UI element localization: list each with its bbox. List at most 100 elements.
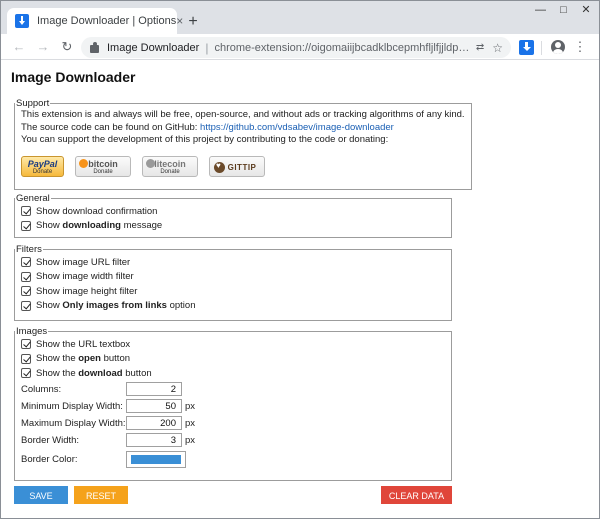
support-legend: Support (16, 98, 50, 109)
max-width-input[interactable] (126, 416, 182, 430)
label-bold: downloading (62, 220, 121, 232)
filters-legend: Filters (16, 244, 42, 255)
border-width-input[interactable] (126, 433, 182, 447)
github-link[interactable]: https://github.com/vdsabev/image-downloa… (200, 122, 394, 133)
option-show-width-filter[interactable]: Show image width filter (21, 270, 445, 285)
label-pre: Show the (36, 367, 79, 379)
label-post: message (120, 220, 163, 232)
paypal-brand: PayPal (27, 158, 58, 169)
border-width-label: Border Width: (21, 434, 80, 446)
option-show-download-confirmation[interactable]: Show download confirmation (21, 204, 445, 219)
support-text-2: The source code can be found on GitHub: … (21, 122, 465, 135)
support-text-1: This extension is and always will be fre… (21, 109, 465, 120)
min-width-label: Minimum Display Width: (21, 400, 123, 412)
option-only-images-from-links[interactable]: Show Only images from links option (21, 299, 445, 314)
checkbox[interactable] (21, 339, 31, 350)
minimize-button[interactable]: — (528, 1, 553, 21)
checkbox[interactable] (21, 220, 31, 231)
browser-toolbar: ← → ↻ Image Downloader | chrome-extensio… (1, 34, 599, 60)
columns-input[interactable] (126, 382, 182, 396)
option-show-downloading-message[interactable]: Show downloading message (21, 219, 445, 234)
toolbar-divider (541, 41, 542, 55)
border-color-row: Border Color: (21, 449, 445, 471)
checkbox-label: Show download confirmation (36, 205, 158, 217)
paypal-donate-label: Donate (32, 168, 53, 175)
min-width-input[interactable] (126, 399, 182, 413)
bitcoin-brand: bitcoin (88, 158, 118, 169)
clear-data-button[interactable]: CLEAR DATA (381, 486, 452, 504)
option-show-download-button[interactable]: Show the download button (21, 366, 445, 381)
option-show-height-filter[interactable]: Show image height filter (21, 284, 445, 299)
active-tab[interactable]: Image Downloader | Options × (7, 8, 183, 34)
border-color-label: Border Color: (21, 454, 78, 465)
back-button[interactable]: ← (9, 37, 29, 57)
tab-strip: Image Downloader | Options × + — □ ✕ (1, 1, 599, 34)
checkbox[interactable] (21, 257, 31, 268)
checkbox-label: Show image URL filter (36, 256, 131, 268)
browser-menu-icon[interactable]: ⋮ (573, 38, 587, 56)
option-show-url-textbox[interactable]: Show the URL textbox (21, 337, 445, 352)
checkbox[interactable] (21, 271, 31, 282)
label-pre: Show (36, 300, 63, 312)
checkbox-label: Show the download button (36, 368, 152, 379)
images-section: Images Show the URL textbox Show the ope… (14, 326, 452, 481)
checkbox[interactable] (21, 300, 31, 311)
bookmark-star-icon[interactable]: ☆ (492, 41, 503, 55)
profile-avatar-icon[interactable] (551, 40, 565, 54)
reset-button[interactable]: RESET (74, 486, 128, 504)
address-url[interactable]: chrome-extension://oigomaiijbcadklbcepmh… (214, 42, 471, 54)
images-legend: Images (16, 326, 48, 337)
checkbox-label: Show the URL textbox (36, 338, 131, 350)
label-post: button (100, 353, 131, 365)
min-width-unit: px (185, 400, 196, 412)
max-width-unit: px (185, 417, 196, 429)
label-post: button (122, 367, 152, 379)
support-section: Support This extension is and always wil… (14, 98, 472, 190)
address-site-name: Image Downloader (107, 41, 200, 54)
options-page: Image Downloader Support This extension … (1, 61, 599, 518)
translate-icon[interactable]: ⇄ (476, 42, 484, 53)
address-separator: | (205, 40, 209, 55)
checkbox-label: Show the open button (36, 353, 130, 364)
donate-buttons: PayPal Donate bitcoin Donate litecoin Do… (21, 155, 465, 177)
checkbox[interactable] (21, 206, 31, 217)
reload-button[interactable]: ↻ (57, 37, 77, 57)
bitcoin-donate-button[interactable]: bitcoin Donate (75, 155, 131, 177)
checkbox-label: Show Only images from links option (36, 300, 195, 311)
filters-section: Filters Show image URL filter Show image… (14, 244, 452, 321)
save-button[interactable]: SAVE (14, 486, 68, 504)
maximize-button[interactable]: □ (551, 1, 576, 21)
checkbox-label: Show image width filter (36, 271, 134, 283)
option-show-open-button[interactable]: Show the open button (21, 352, 445, 367)
new-tab-button[interactable]: + (183, 12, 203, 32)
max-width-label: Maximum Display Width: (21, 417, 126, 429)
checkbox[interactable] (21, 353, 31, 364)
litecoin-donate-label: Donate (160, 168, 180, 175)
columns-label: Columns: (21, 383, 62, 395)
border-width-row: Border Width: px (21, 432, 445, 449)
border-color-swatch (131, 455, 181, 464)
checkbox-label: Show image height filter (36, 285, 138, 297)
bitcoin-donate-label: Donate (93, 168, 113, 175)
border-color-picker[interactable] (126, 451, 186, 468)
forward-button[interactable]: → (33, 37, 53, 57)
litecoin-donate-button[interactable]: litecoin Donate (142, 155, 198, 177)
address-bar[interactable]: Image Downloader | chrome-extension://oi… (81, 37, 511, 58)
checkbox-label: Show downloading message (36, 220, 162, 231)
support-text-2-prefix: The source code can be found on GitHub: (21, 121, 201, 133)
gittip-donate-button[interactable]: GITTIP (209, 155, 265, 177)
checkbox[interactable] (21, 286, 31, 297)
min-width-row: Minimum Display Width: px (21, 398, 445, 415)
label-post: option (166, 300, 196, 312)
close-window-button[interactable]: ✕ (574, 1, 598, 21)
support-text-3: You can support the development of this … (21, 134, 389, 145)
paypal-donate-button[interactable]: PayPal Donate (21, 155, 64, 177)
label-bold: download (78, 367, 123, 379)
litecoin-brand: litecoin (154, 158, 186, 169)
image-downloader-extension-icon[interactable] (519, 40, 534, 55)
gittip-brand: GITTIP (227, 162, 257, 172)
browser-window: Image Downloader | Options × + — □ ✕ ← →… (0, 0, 600, 519)
label-bold: Only images from links (62, 300, 167, 312)
option-show-url-filter[interactable]: Show image URL filter (21, 255, 445, 270)
checkbox[interactable] (21, 368, 31, 379)
